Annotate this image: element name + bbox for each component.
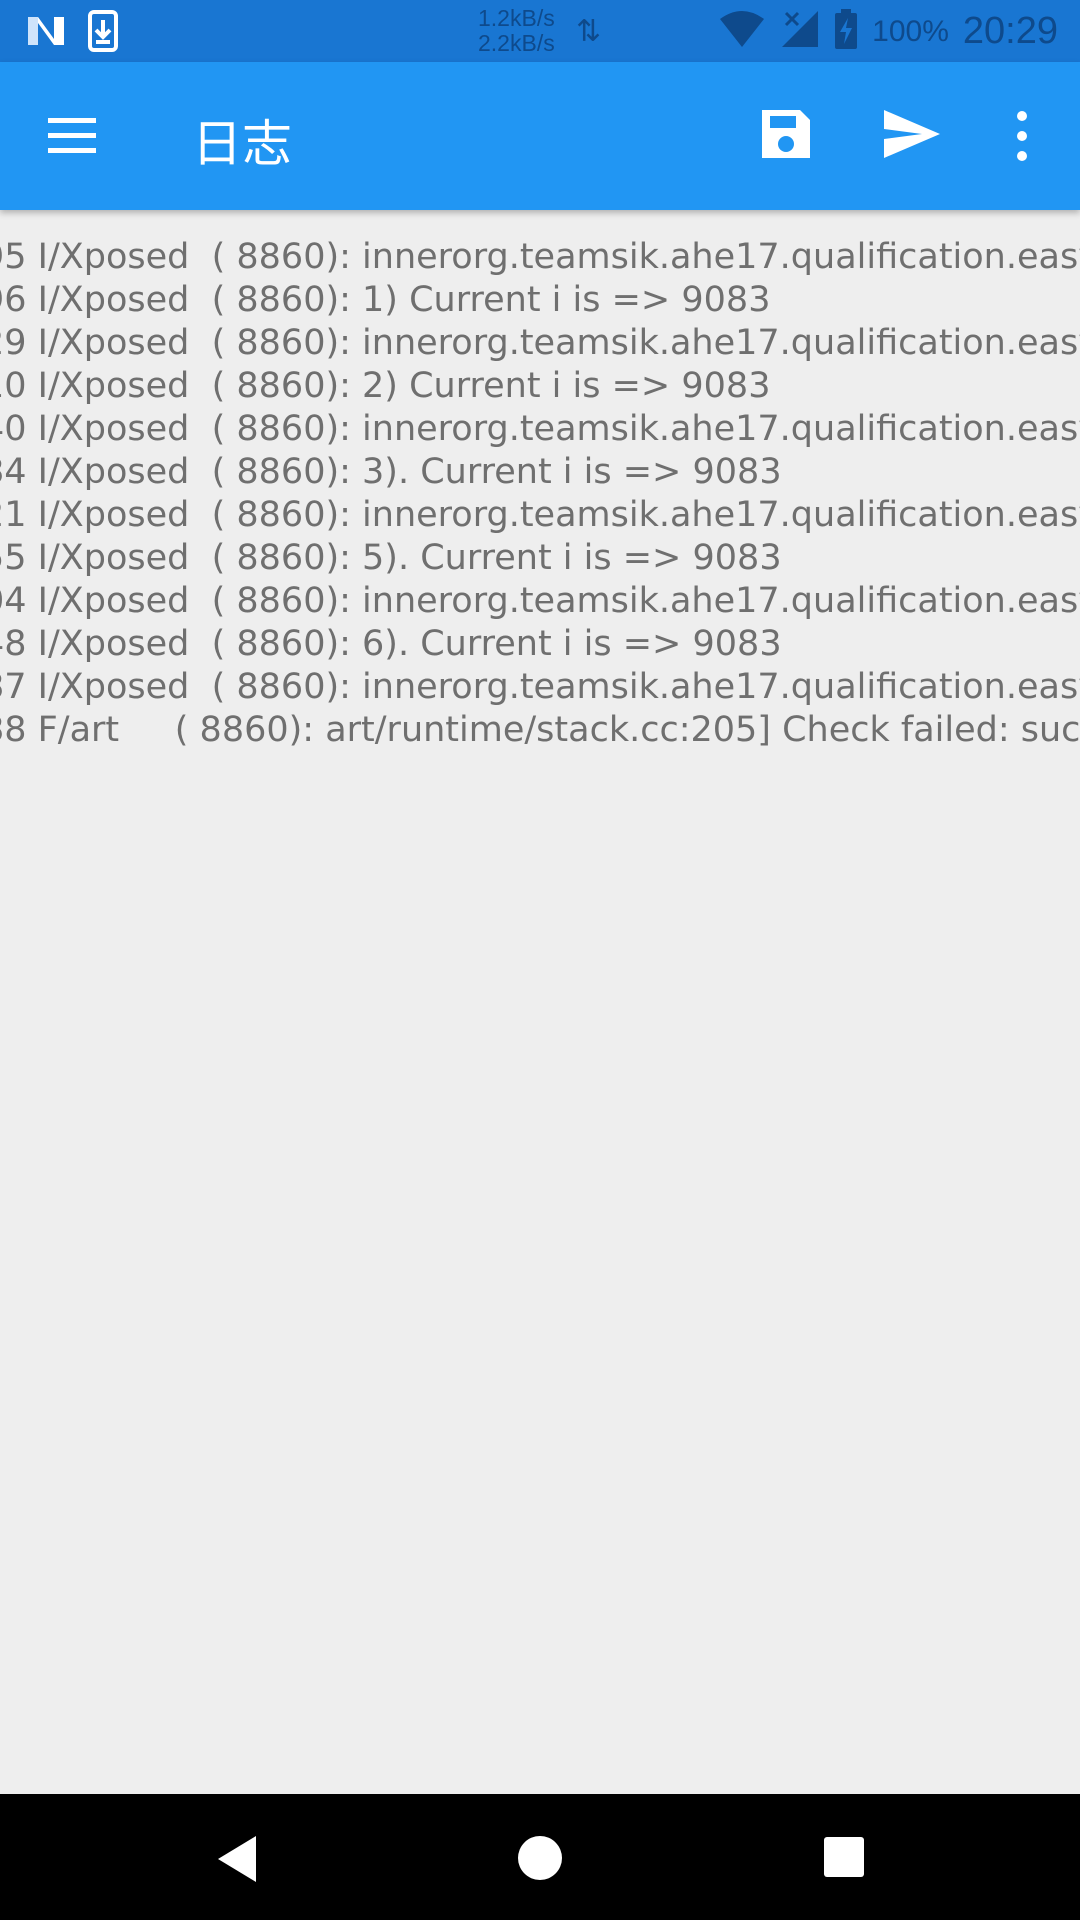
log-line: 40 I/Xposed ( 8860): innerorg.teamsik.ah…	[0, 409, 1080, 449]
back-button[interactable]	[214, 1834, 260, 1884]
battery-icon	[834, 8, 858, 55]
more-vert-icon	[1017, 111, 1027, 161]
status-bar: 1.2kB/s 2.2kB/s ⇅ 100% 20:29	[0, 0, 1080, 62]
log-line: 04 I/Xposed ( 8860): innerorg.teamsik.ah…	[0, 581, 1080, 621]
signal-icon	[780, 9, 820, 54]
save-icon	[762, 110, 810, 158]
wifi-icon	[718, 9, 766, 54]
log-line: 84 I/Xposed ( 8860): 3). Current i is =>…	[0, 452, 782, 492]
speed-down: 2.2kB/s	[478, 30, 555, 56]
navigation-bar	[0, 1794, 1080, 1920]
log-line: 10 I/Xposed ( 8860): 2) Current i is => …	[0, 366, 771, 406]
log-line: 95 I/Xposed ( 8860): innerorg.teamsik.ah…	[0, 237, 1080, 277]
menu-button[interactable]	[40, 106, 104, 166]
log-line: 29 I/Xposed ( 8860): innerorg.teamsik.ah…	[0, 323, 1080, 363]
app-bar: 日志	[0, 62, 1080, 210]
log-line: 48 I/Xposed ( 8860): 6). Current i is =>…	[0, 624, 782, 664]
home-button[interactable]	[518, 1836, 562, 1880]
menu-icon	[48, 118, 96, 153]
send-button[interactable]	[880, 106, 944, 162]
back-icon	[218, 1836, 256, 1882]
log-line: 96 I/Xposed ( 8860): 1) Current i is => …	[0, 280, 771, 320]
status-left-icons	[26, 10, 118, 57]
status-time: 20:29	[962, 10, 1058, 52]
battery-percent: 100%	[872, 14, 949, 48]
n-logo-icon	[26, 13, 66, 54]
status-right-icons: 100% 20:29	[718, 8, 1058, 55]
send-icon	[884, 110, 940, 158]
data-arrows-icon: ⇅	[576, 15, 602, 48]
log-line: 21 I/Xposed ( 8860): innerorg.teamsik.ah…	[0, 495, 1080, 535]
page-title: 日志	[192, 115, 292, 173]
download-icon	[88, 10, 118, 57]
save-button[interactable]	[756, 104, 816, 164]
speed-up: 1.2kB/s	[478, 5, 555, 31]
more-options-button[interactable]	[1006, 106, 1038, 166]
log-view[interactable]: 95 I/Xposed ( 8860): innerorg.teamsik.ah…	[0, 210, 1080, 1794]
log-line: 87 I/Xposed ( 8860): innerorg.teamsik.ah…	[0, 667, 1080, 707]
log-line: 55 I/Xposed ( 8860): 5). Current i is =>…	[0, 538, 782, 578]
log-list: 95 I/Xposed ( 8860): innerorg.teamsik.ah…	[0, 236, 1080, 752]
recents-button[interactable]	[824, 1837, 864, 1877]
network-speed: 1.2kB/s 2.2kB/s	[478, 6, 555, 56]
log-line: 88 F/art ( 8860): art/runtime/stack.cc:2…	[0, 710, 1080, 750]
